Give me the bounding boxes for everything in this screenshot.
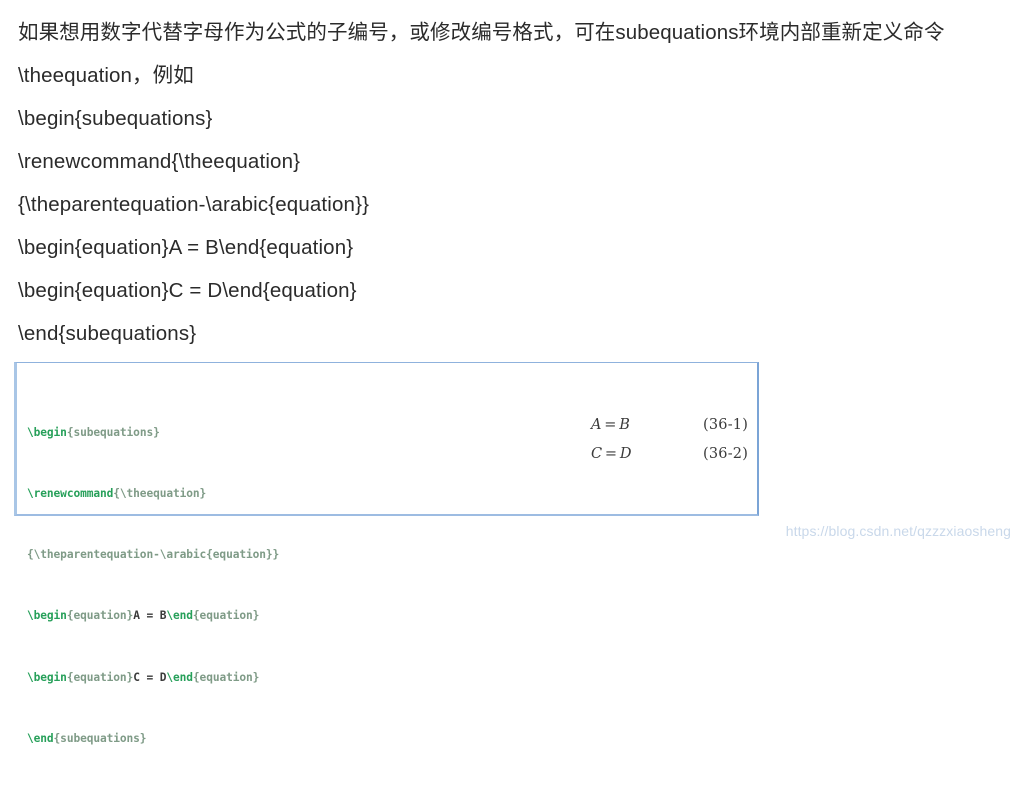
- latex-command: \begin: [27, 609, 67, 623]
- rendered-math-output: A = B (36-1) C = D (36-2): [577, 417, 757, 475]
- equation-row: C = D (36-2): [577, 446, 757, 475]
- equation-operator: =: [604, 417, 618, 433]
- equation-number: (36-1): [703, 417, 749, 433]
- latex-argument: {subequations}: [66, 425, 160, 439]
- latex-command: \begin: [27, 670, 67, 684]
- figure-inner: \begin{subequations} \renewcommand{\thee…: [17, 363, 757, 745]
- latex-command-end: \end: [166, 609, 193, 623]
- source-line: \begin{equation}C = D\end{equation}: [27, 668, 279, 688]
- source-line: \begin{subequations}: [27, 423, 279, 443]
- source-line: \renewcommand{\theequation}: [27, 484, 279, 504]
- latex-argument-end: {equation}: [192, 609, 260, 623]
- latex-plain-text: A = B: [133, 609, 167, 623]
- latex-command: \renewcommand: [27, 487, 114, 501]
- latex-source-block: \begin{subequations} \renewcommand{\thee…: [27, 382, 279, 790]
- code-line-2: \renewcommand{\theequation}: [18, 150, 301, 173]
- latex-command-end: \end: [166, 670, 193, 684]
- article-body: 如果想用数字代替字母作为公式的子编号，或修改编号格式，可在subequation…: [0, 0, 1017, 355]
- latex-example-figure: \begin{subequations} \renewcommand{\thee…: [14, 362, 759, 745]
- equation-rhs: B: [619, 417, 631, 433]
- code-line-1: \begin{subequations}: [18, 107, 213, 130]
- latex-command: \end: [27, 731, 54, 745]
- equation-operator: =: [604, 446, 618, 462]
- latex-argument: {\theequation}: [113, 487, 207, 501]
- equation-rhs: D: [619, 446, 633, 462]
- latex-argument: {\theparentequation-\arabic{equation}}: [27, 548, 280, 562]
- equation-expression: A = B: [591, 417, 631, 433]
- code-line-5: \begin{equation}C = D\end{equation}: [18, 279, 357, 302]
- latex-argument: {subequations}: [53, 731, 147, 745]
- source-line: {\theparentequation-\arabic{equation}}: [27, 545, 279, 565]
- latex-argument-end: {equation}: [192, 670, 260, 684]
- page-root: { "article": { "paragraphs": [ "如果想用数字代替…: [0, 0, 1017, 745]
- equation-lhs: C: [591, 446, 603, 462]
- code-line-6: \end{subequations}: [18, 322, 197, 345]
- equation-number: (36-2): [703, 446, 749, 462]
- csdn-watermark: https://blog.csdn.net/qzzzxiaosheng: [785, 523, 1011, 539]
- paragraph-intro: 如果想用数字代替字母作为公式的子编号，或修改编号格式，可在subequation…: [18, 21, 945, 87]
- source-line: \begin{equation}A = B\end{equation}: [27, 606, 279, 626]
- source-line: \end{subequations}: [27, 729, 279, 749]
- equation-lhs: A: [591, 417, 603, 433]
- latex-argument: {equation}: [66, 609, 134, 623]
- latex-command: \begin: [27, 425, 67, 439]
- equation-row: A = B (36-1): [577, 417, 757, 446]
- code-line-4: \begin{equation}A = B\end{equation}: [18, 236, 354, 259]
- equation-expression: C = D: [591, 446, 632, 462]
- latex-plain-text: C = D: [133, 670, 167, 684]
- latex-argument: {equation}: [66, 670, 134, 684]
- code-line-3: {\theparentequation-\arabic{equation}}: [18, 193, 370, 216]
